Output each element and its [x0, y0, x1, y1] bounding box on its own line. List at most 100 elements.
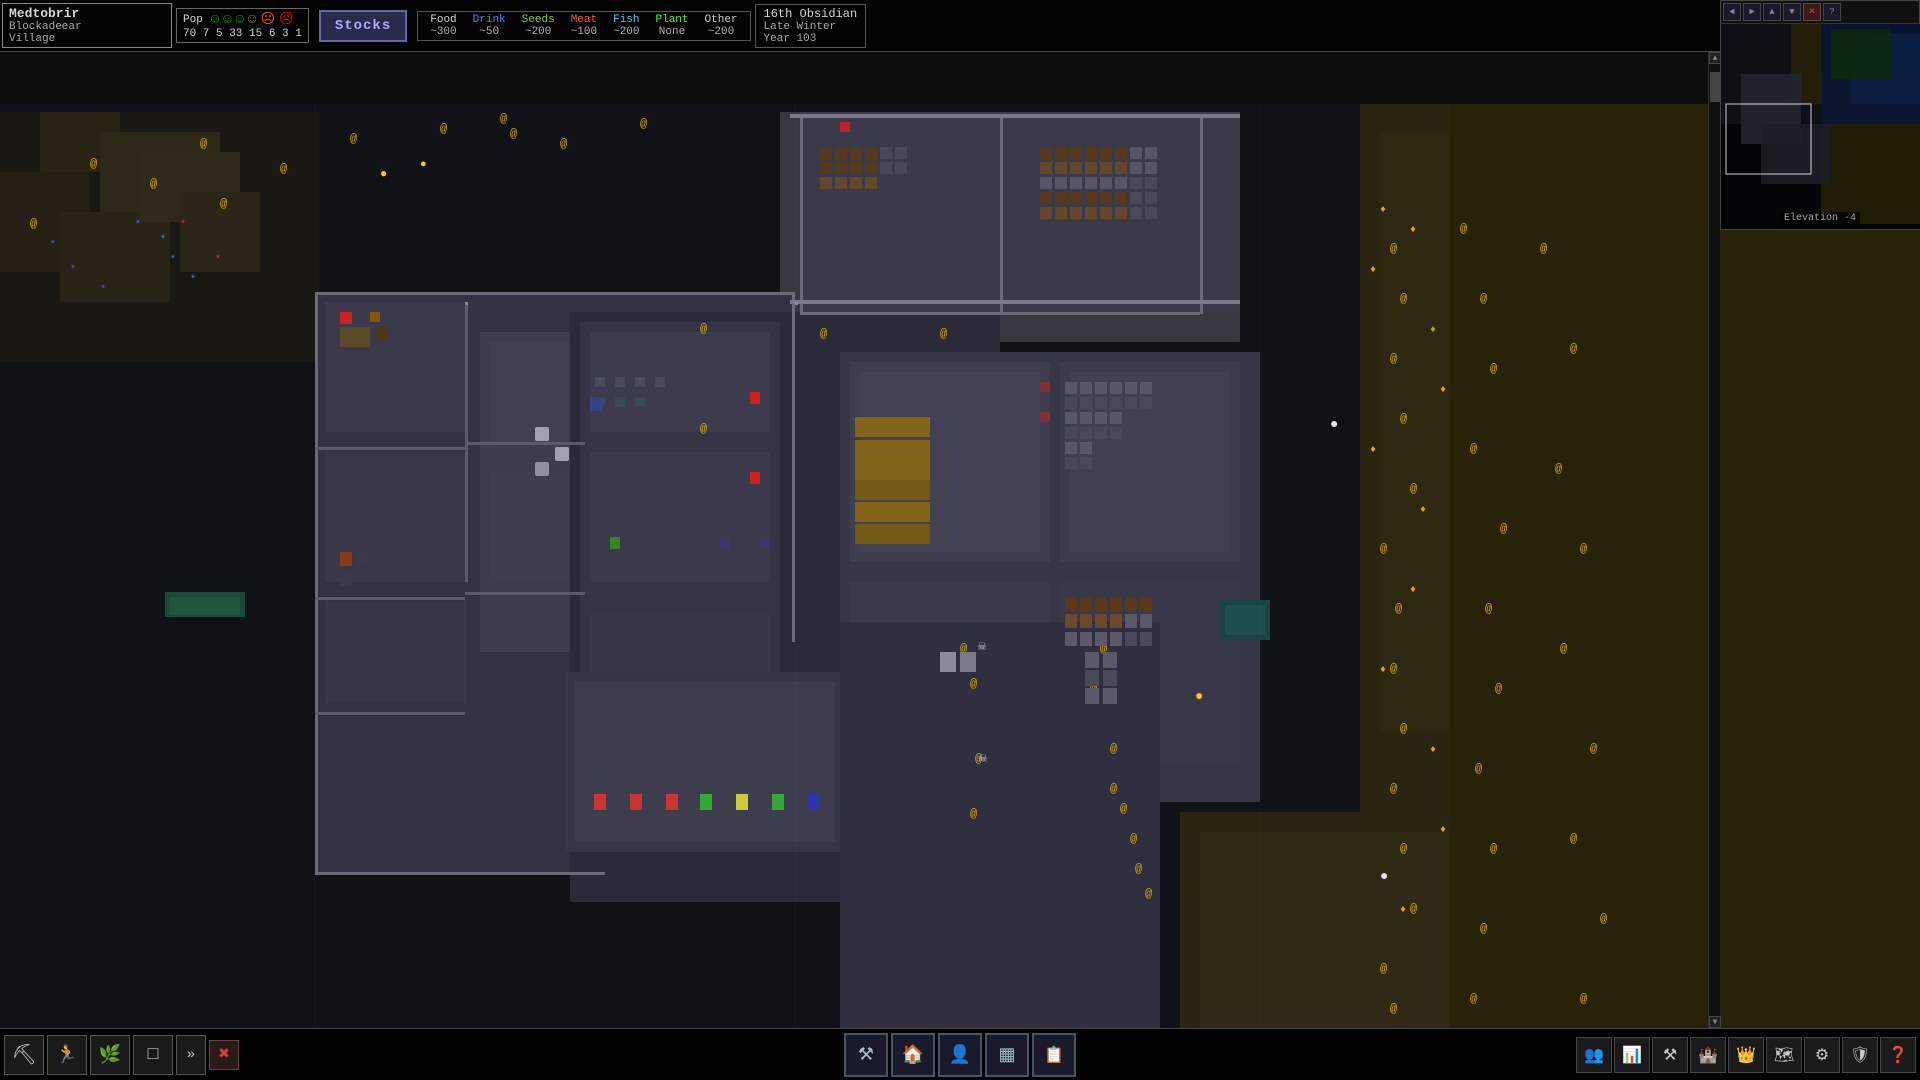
svg-text:♦: ♦ — [1400, 905, 1406, 916]
plant-tool-btn[interactable]: 🌿 — [90, 1035, 130, 1075]
settings-tool-btn[interactable]: ⚙ — [1804, 1037, 1840, 1073]
svg-text:@: @ — [500, 112, 507, 126]
labor-tool-btn[interactable]: ⚒ — [1652, 1037, 1688, 1073]
seeds-label: Seeds — [522, 14, 555, 26]
date-line2: Late Winter — [764, 21, 858, 33]
game-container: @ @ @ @ @ @ @ @ @ @ @ @ @ @ @ @ @ @ @ @ … — [0, 0, 1920, 1080]
minimap-display[interactable] — [1721, 24, 1920, 229]
seeds-value: ~200 — [525, 26, 551, 38]
svg-text:@: @ — [1130, 832, 1137, 846]
svg-text:@: @ — [1400, 722, 1407, 736]
minimap-prev-btn[interactable]: ◄ — [1723, 3, 1741, 21]
stocks-button[interactable]: Stocks — [319, 10, 407, 42]
mood-icon-5: ☹ — [260, 11, 275, 28]
bottom-toolbar: ⛏ 🏃 🌿 □ » ✖ ⚒ 🏠 👤 ▦ 📋 👥 📊 ⚒ 🏰 👑 🗺 ⚙ 🛡 ❓ — [0, 1028, 1920, 1080]
svg-text:@: @ — [1400, 842, 1407, 856]
svg-text:@: @ — [1480, 292, 1487, 306]
svg-text:@: @ — [1590, 742, 1597, 756]
build-tool-btn[interactable]: ⚒ — [844, 1033, 888, 1077]
drink-value: ~50 — [479, 26, 499, 38]
cancel-tool-btn[interactable]: ✖ — [209, 1040, 239, 1070]
fortress-type: Village — [9, 33, 165, 45]
scroll-thumb[interactable] — [1710, 72, 1720, 102]
svg-text:*: * — [215, 254, 221, 266]
svg-text:@: @ — [1390, 352, 1397, 366]
right-scrollbar[interactable]: ▲ ▼ — [1708, 52, 1720, 1028]
date-line3: Year 103 — [764, 33, 858, 45]
svg-text:@: @ — [350, 132, 357, 146]
svg-text:♦: ♦ — [1410, 585, 1416, 596]
svg-text:@: @ — [1500, 522, 1507, 536]
svg-text:@: @ — [1410, 482, 1417, 496]
shield-tool-btn[interactable]: 🛡 — [1842, 1037, 1878, 1073]
reports-tool-btn[interactable]: 📊 — [1614, 1037, 1650, 1073]
plant-label: Plant — [656, 14, 689, 26]
center-tools: ⚒ 🏠 👤 ▦ 📋 — [844, 1033, 1076, 1077]
svg-text:*: * — [50, 239, 56, 251]
move-tool-btn[interactable]: 🏃 — [47, 1035, 87, 1075]
orders-tool-btn[interactable]: 📋 — [1032, 1033, 1076, 1077]
svg-text:♦: ♦ — [1370, 445, 1376, 456]
minimap-close-btn[interactable]: ✕ — [1803, 3, 1821, 21]
svg-text:@: @ — [940, 327, 947, 341]
mine-tool-btn[interactable]: ⛏ — [4, 1035, 44, 1075]
mood-icon-3: ☺ — [236, 12, 244, 28]
svg-text:@: @ — [1460, 222, 1467, 236]
svg-text:*: * — [70, 264, 76, 276]
svg-text:@: @ — [1410, 902, 1417, 916]
svg-text:*: * — [135, 219, 141, 231]
svg-text:♦: ♦ — [1440, 385, 1446, 396]
svg-text:@: @ — [1400, 292, 1407, 306]
svg-text:*: * — [170, 254, 176, 266]
svg-text:@: @ — [1600, 912, 1607, 926]
food-label: Food — [430, 14, 456, 26]
svg-text:@: @ — [1480, 922, 1487, 936]
nobles-tool-btn[interactable]: 🏰 — [1690, 1037, 1726, 1073]
svg-text:@: @ — [1390, 242, 1397, 256]
zones-tool-btn[interactable]: ▦ — [985, 1033, 1029, 1077]
minimap-help-btn[interactable]: ? — [1823, 3, 1841, 21]
svg-text:*: * — [100, 284, 106, 296]
date-line1: 16th Obsidian — [764, 7, 858, 21]
meat-label: Meat — [571, 14, 597, 26]
left-tools: ⛏ 🏃 🌿 □ » ✖ — [0, 1031, 243, 1079]
minimap-toolbar: ◄ ► ▲ ▼ ✕ ? — [1721, 1, 1919, 24]
minimap-next-btn[interactable]: ► — [1743, 3, 1761, 21]
minimap-down-btn[interactable]: ▼ — [1783, 3, 1801, 21]
pop-numbers: 70 7 5 33 15 6 3 1 — [183, 28, 302, 40]
military-tool-btn[interactable]: 👥 — [1576, 1037, 1612, 1073]
drink-label: Drink — [473, 14, 506, 26]
workshop-tool-btn[interactable]: 🏠 — [891, 1033, 935, 1077]
top-hud: Medtobrir Blockadeear Village Pop ☺ ☺ ☺ … — [0, 0, 1920, 52]
svg-text:☠: ☠ — [978, 753, 988, 766]
svg-text:♦: ♦ — [1420, 505, 1426, 516]
right-tools: 👥 📊 ⚒ 🏰 👑 🗺 ⚙ 🛡 ❓ — [1576, 1037, 1916, 1073]
svg-text:@: @ — [1495, 682, 1502, 696]
svg-text:*: * — [160, 234, 166, 246]
fortress-name: Medtobrir — [9, 6, 165, 21]
map-tool-btn[interactable]: 🗺 — [1766, 1037, 1802, 1073]
scroll-down-arrow[interactable]: ▼ — [1709, 1016, 1721, 1028]
svg-text:@: @ — [1145, 887, 1152, 901]
svg-text:♦: ♦ — [1380, 665, 1386, 676]
status-tool-btn[interactable]: 👑 — [1728, 1037, 1764, 1073]
svg-text:●: ● — [420, 159, 427, 171]
svg-text:@: @ — [700, 322, 707, 336]
svg-text:@: @ — [150, 177, 157, 191]
game-map[interactable]: @ @ @ @ @ @ @ @ @ @ @ @ @ @ @ @ @ @ @ @ … — [0, 52, 1920, 1028]
svg-text:●: ● — [1195, 689, 1203, 705]
other-label: Other — [705, 14, 738, 26]
svg-text:@: @ — [700, 422, 707, 436]
units-tool-btn[interactable]: 👤 — [938, 1033, 982, 1077]
minimap-up-btn[interactable]: ▲ — [1763, 3, 1781, 21]
zone-tool-btn[interactable]: □ — [133, 1035, 173, 1075]
svg-text:@: @ — [1135, 862, 1142, 876]
fish-label: Fish — [613, 14, 639, 26]
help-tool-btn[interactable]: ❓ — [1880, 1037, 1916, 1073]
svg-text:@: @ — [1490, 362, 1497, 376]
svg-text:●: ● — [1330, 417, 1338, 433]
more-tools-btn[interactable]: » — [176, 1035, 206, 1075]
svg-text:@: @ — [220, 197, 227, 211]
svg-text:@: @ — [970, 677, 977, 691]
plant-value: None — [659, 26, 685, 38]
